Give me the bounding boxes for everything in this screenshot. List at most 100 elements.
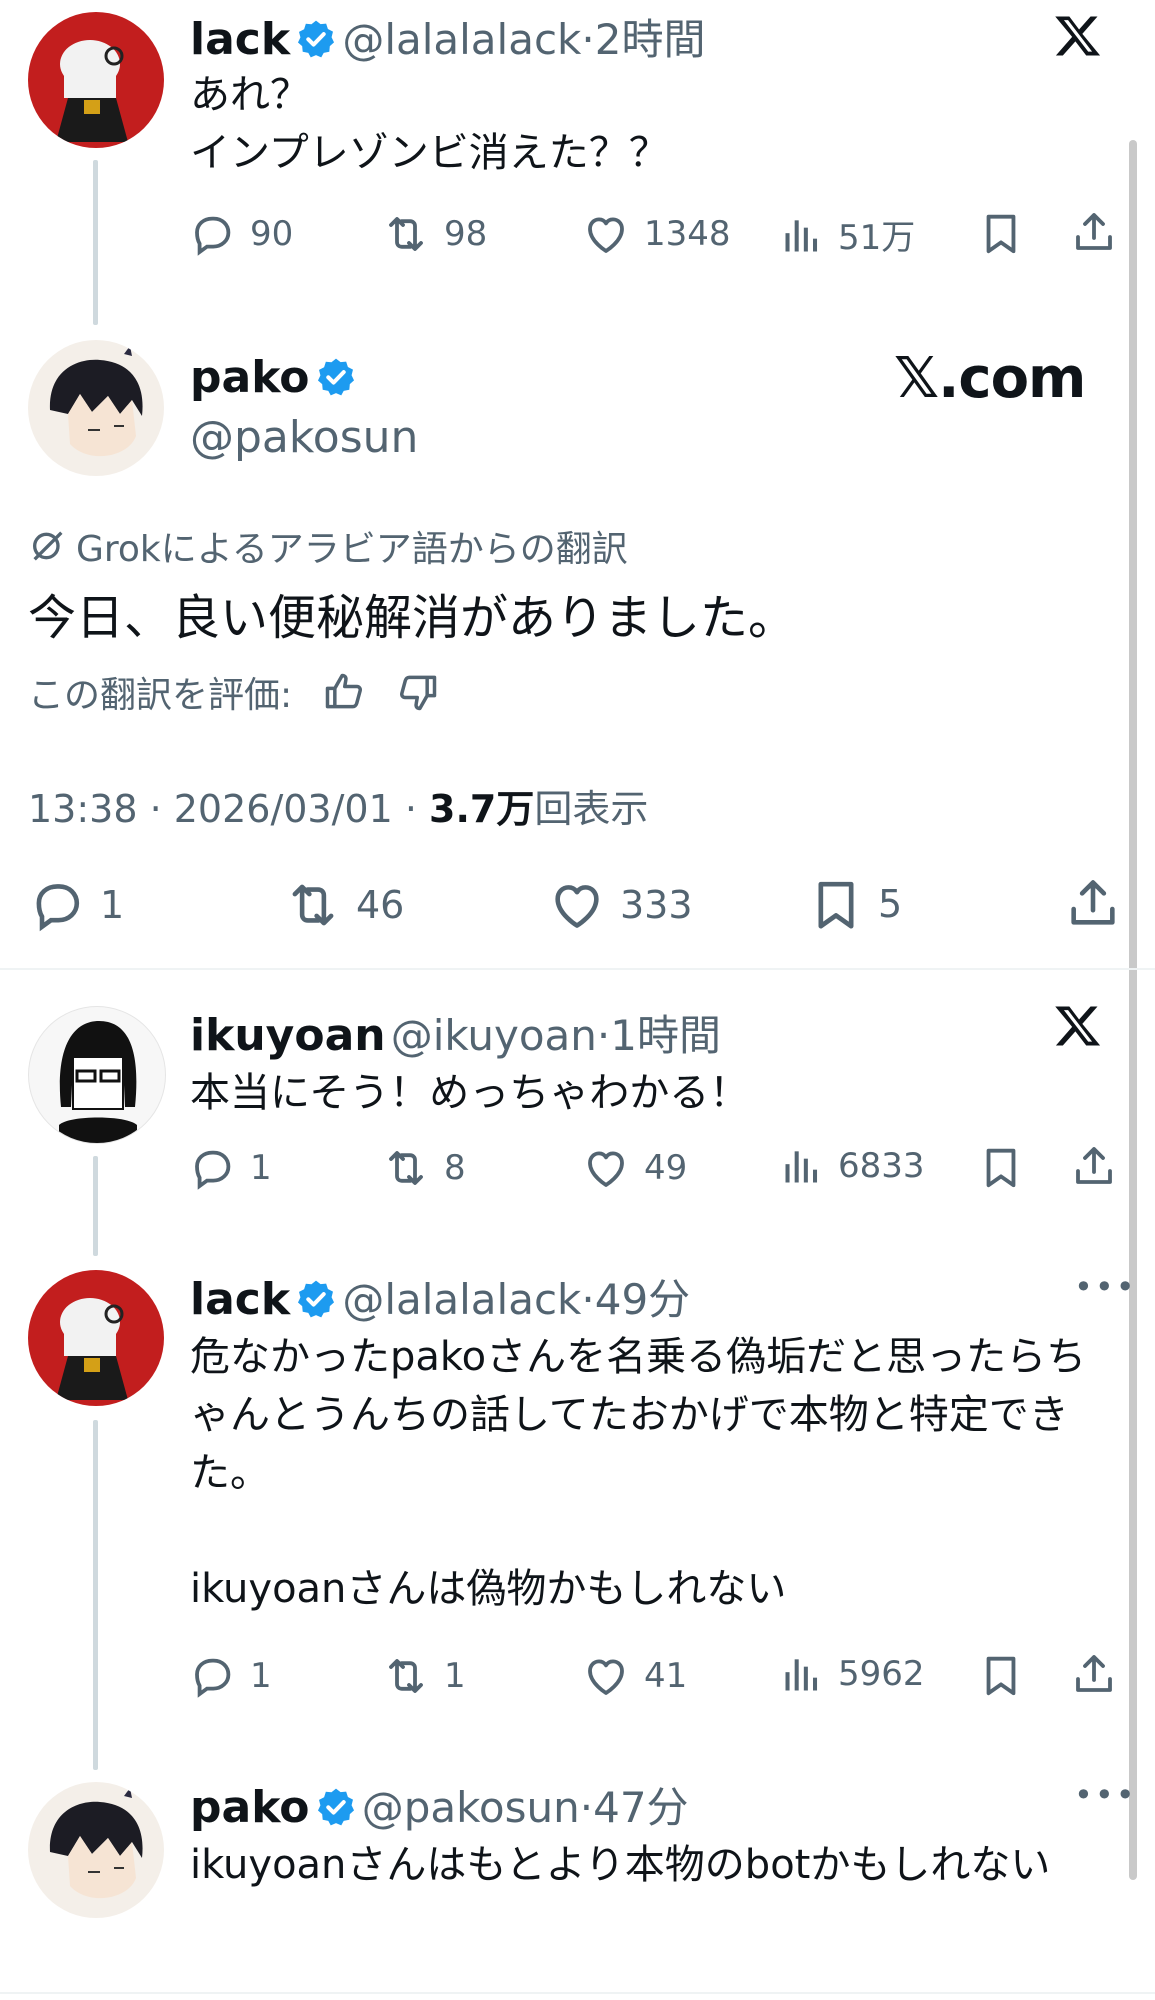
reply-count: 1: [250, 1148, 272, 1188]
display-name[interactable]: lack: [190, 14, 290, 65]
reply-icon: [188, 1144, 236, 1192]
repost-count: 1: [444, 1656, 466, 1696]
post-datetime[interactable]: 13:38 · 2026/03/01 ·: [28, 787, 429, 831]
like-button[interactable]: 49: [582, 1144, 687, 1192]
post-text: あれ？ インプレゾンビ消えた？？: [190, 72, 669, 176]
post-header: ikuyoan @ikuyoan·1時間: [190, 1010, 722, 1061]
views-count: 51万: [838, 218, 916, 258]
repost-button[interactable]: 8: [382, 1144, 466, 1192]
avatar[interactable]: [28, 12, 164, 148]
views-button[interactable]: 51万: [780, 210, 915, 259]
like-button[interactable]: 1348: [582, 210, 731, 258]
like-icon: [582, 210, 630, 258]
grok-icon: [33, 531, 63, 561]
views-icon: [780, 213, 824, 257]
repost-button[interactable]: 46: [284, 876, 404, 934]
bookmark-icon: [808, 876, 864, 932]
thumbs-up-icon[interactable]: [322, 670, 366, 714]
timestamp[interactable]: 49分: [595, 1275, 690, 1324]
bookmark-icon: [978, 1652, 1024, 1698]
thread-line: [93, 1156, 98, 1256]
avatar[interactable]: [28, 1270, 164, 1406]
repost-count: 46: [356, 883, 405, 927]
share-button[interactable]: [1070, 208, 1118, 256]
timestamp[interactable]: 2時間: [595, 15, 706, 64]
repost-count: 8: [444, 1148, 466, 1188]
verified-icon: [315, 1786, 357, 1828]
like-count: 333: [620, 883, 693, 927]
bookmark-button[interactable]: [978, 210, 1024, 256]
repost-icon: [382, 210, 430, 258]
post-text: 今日、良い便秘解消がありました。: [28, 590, 797, 646]
display-name[interactable]: ikuyoan: [190, 1010, 386, 1061]
more-icon[interactable]: •••: [1074, 1776, 1137, 1814]
display-name[interactable]: pako: [190, 352, 310, 403]
share-button[interactable]: [1070, 1142, 1118, 1190]
display-name[interactable]: lack: [190, 1274, 290, 1325]
bookmark-button[interactable]: 5: [808, 876, 902, 932]
post-header: lack @lalalalack·49分: [190, 1274, 691, 1325]
timestamp[interactable]: 47分: [593, 1783, 688, 1832]
like-button[interactable]: 41: [582, 1652, 687, 1700]
like-icon: [548, 876, 606, 934]
post-header: pako: [190, 352, 357, 403]
divider: [0, 968, 1155, 970]
handle[interactable]: @lalalalack: [342, 15, 581, 64]
reply-button[interactable]: 1: [188, 1144, 272, 1192]
thumbs-down-icon[interactable]: [396, 670, 440, 714]
bookmark-count: 5: [878, 882, 903, 926]
post-header: lack @lalalalack·2時間: [190, 14, 706, 65]
post-text: 本当にそう！めっちゃわかる！: [190, 1070, 750, 1116]
thread-line: [93, 160, 98, 325]
bookmark-button[interactable]: [978, 1144, 1024, 1190]
views-count: 5962: [838, 1654, 925, 1694]
handle[interactable]: @pakosun: [190, 412, 418, 463]
views-count: 3.7万: [429, 787, 535, 831]
reply-icon: [188, 210, 236, 258]
repost-count: 98: [444, 214, 488, 254]
repost-button[interactable]: 1: [382, 1652, 466, 1700]
scrollbar[interactable]: [1129, 140, 1137, 1880]
verified-icon: [295, 18, 337, 60]
reply-button[interactable]: 1: [188, 1652, 272, 1700]
views-button[interactable]: 5962: [780, 1652, 925, 1696]
verified-icon: [315, 356, 357, 398]
avatar[interactable]: [28, 1006, 166, 1144]
x-logo-icon: [1052, 1000, 1104, 1052]
share-icon: [1064, 874, 1122, 932]
thread-line: [93, 1420, 98, 1770]
avatar[interactable]: [28, 1782, 164, 1918]
views-icon: [780, 1144, 824, 1188]
reply-icon: [28, 876, 86, 934]
reply-icon: [188, 1652, 236, 1700]
translation-rating: この翻訳を評価:: [28, 666, 440, 718]
views-label: 回表示: [534, 787, 649, 831]
views-count: 6833: [838, 1146, 925, 1186]
handle[interactable]: @pakosun: [362, 1783, 580, 1832]
handle[interactable]: @ikuyoan: [391, 1011, 597, 1060]
reply-count: 1: [100, 883, 125, 927]
timestamp[interactable]: 1時間: [610, 1011, 721, 1060]
like-button[interactable]: 333: [548, 876, 693, 934]
reply-button[interactable]: 1: [28, 876, 124, 934]
display-name[interactable]: pako: [190, 1782, 310, 1833]
like-count: 1348: [644, 214, 731, 254]
translation-label[interactable]: Grokによるアラビア語からの翻訳: [28, 520, 628, 572]
reply-button[interactable]: 90: [188, 210, 293, 258]
repost-button[interactable]: 98: [382, 210, 487, 258]
post-meta: 13:38 · 2026/03/01 · 3.7万回表示: [28, 778, 648, 833]
more-icon[interactable]: •••: [1074, 1268, 1137, 1306]
share-icon: [1070, 1142, 1118, 1190]
x-com-watermark: 𝕏.com: [894, 346, 1086, 411]
views-button[interactable]: 6833: [780, 1144, 925, 1188]
repost-icon: [284, 876, 342, 934]
repost-icon: [382, 1652, 430, 1700]
avatar[interactable]: [28, 340, 164, 476]
share-button[interactable]: [1070, 1650, 1118, 1698]
share-button[interactable]: [1064, 874, 1122, 932]
divider: [0, 1992, 1155, 1994]
views-icon: [780, 1652, 824, 1696]
bookmark-button[interactable]: [978, 1652, 1024, 1698]
handle[interactable]: @lalalalack: [342, 1275, 581, 1324]
post-text: 危なかったpakoさんを名乗る偽垢だと思ったらちゃんとうんちの話してたおかげで本…: [190, 1334, 1087, 1612]
